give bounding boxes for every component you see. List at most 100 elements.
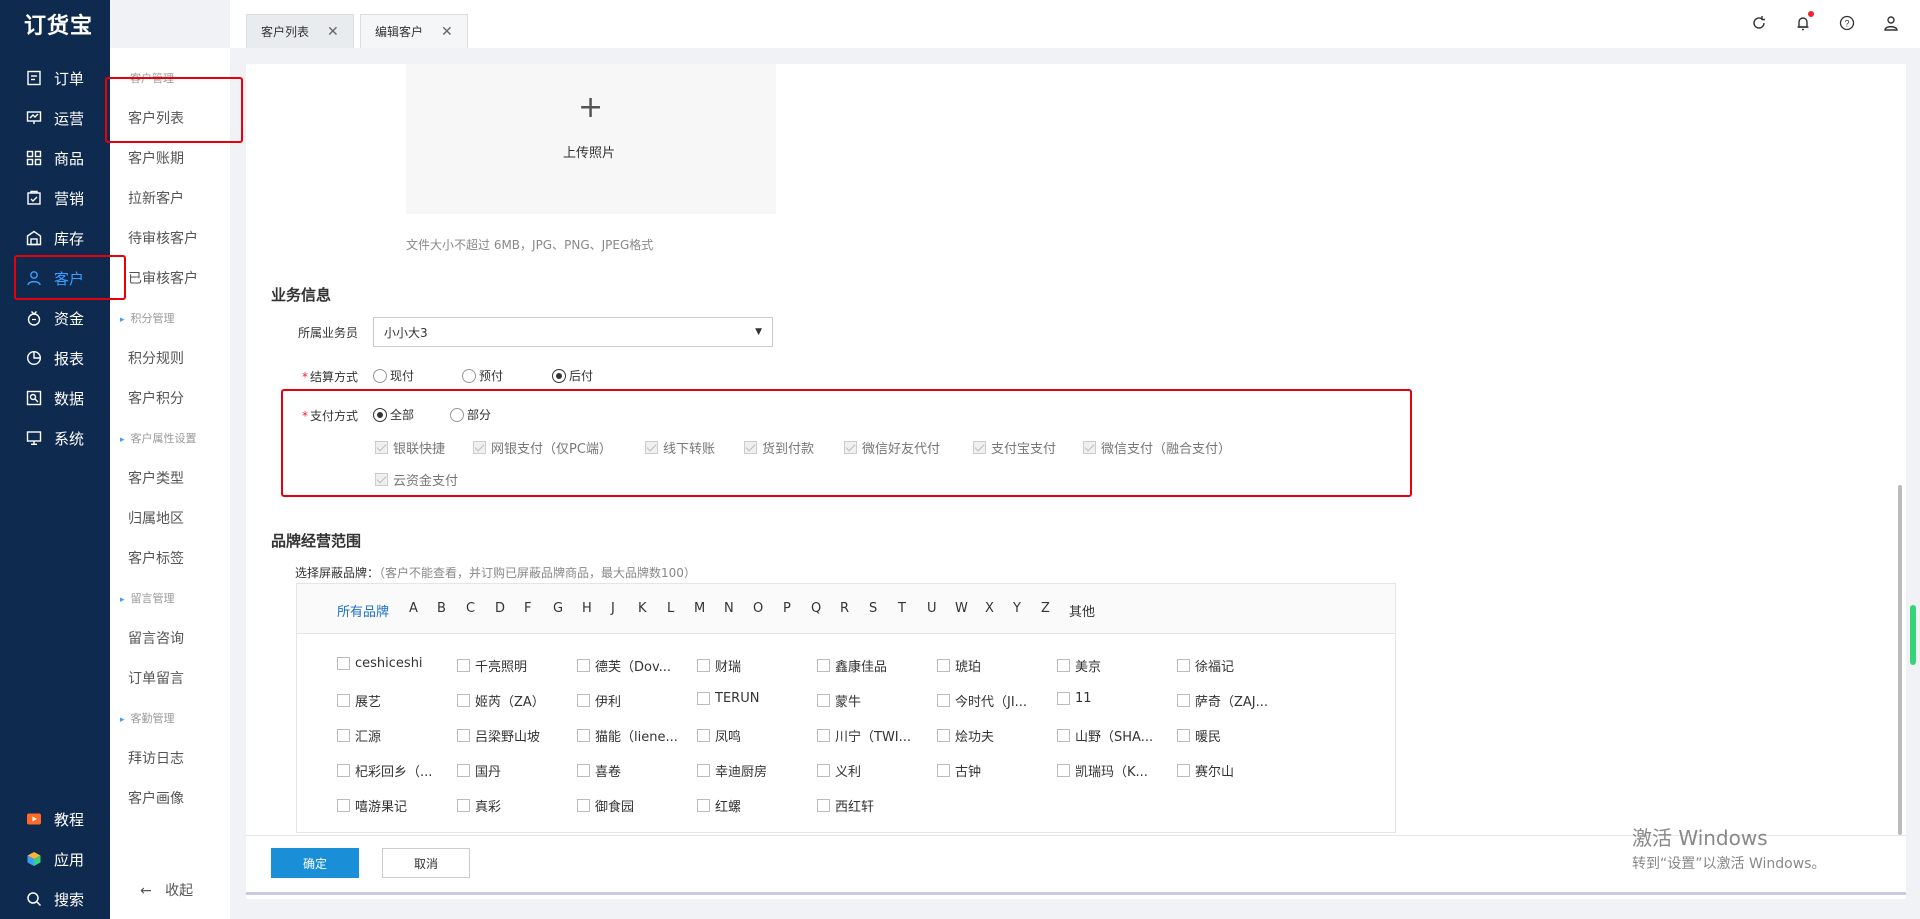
sub-item-visit-log[interactable]: 拜访日志: [128, 748, 184, 768]
payment-radio-partial[interactable]: 部分: [450, 406, 491, 423]
nav-item-order[interactable]: 订单: [0, 60, 110, 96]
nav-item-customer[interactable]: 客户: [0, 260, 110, 296]
letter-x[interactable]: X: [985, 601, 994, 616]
payment-unionpay[interactable]: 银联快捷: [375, 438, 445, 457]
bell-icon[interactable]: [1794, 11, 1814, 32]
brand-checkbox-item[interactable]: 义利: [817, 761, 861, 780]
brand-checkbox-item[interactable]: 吕梁野山坡: [457, 726, 540, 745]
letter-h[interactable]: H: [582, 601, 592, 616]
photo-upload-area[interactable]: + 上传照片: [406, 64, 776, 214]
brand-checkbox-item[interactable]: 红螺: [697, 796, 741, 815]
brand-checkbox-item[interactable]: 西红轩: [817, 796, 874, 815]
bottom-scrollbar[interactable]: [246, 892, 1906, 895]
brand-checkbox-item[interactable]: 伊利: [577, 691, 621, 710]
brand-checkbox-item[interactable]: 国丹: [457, 761, 501, 780]
nav-item-operation[interactable]: 运营: [0, 100, 110, 136]
brand-checkbox-item[interactable]: 嘻游果记: [337, 796, 407, 815]
brand-checkbox-item[interactable]: 山野（SHA...: [1057, 726, 1153, 745]
brand-checkbox-item[interactable]: 古钟: [937, 761, 981, 780]
sub-item-message-consult[interactable]: 留言咨询: [128, 628, 184, 648]
letter-j[interactable]: J: [611, 601, 615, 616]
brand-checkbox-item[interactable]: ceshiceshi: [337, 656, 423, 671]
brand-checkbox-item[interactable]: 汇源: [337, 726, 381, 745]
letter-m[interactable]: M: [694, 601, 705, 616]
letter-all[interactable]: 所有品牌: [337, 601, 389, 620]
help-icon[interactable]: ?: [1838, 14, 1856, 32]
brand-checkbox-item[interactable]: 暖民: [1177, 726, 1221, 745]
letter-c[interactable]: C: [466, 601, 475, 616]
letter-q[interactable]: Q: [811, 601, 821, 616]
brand-checkbox-item[interactable]: 徐福记: [1177, 656, 1234, 675]
letter-k[interactable]: K: [638, 601, 647, 616]
brand-checkbox-item[interactable]: 凯瑞玛（K...: [1057, 761, 1148, 780]
brand-checkbox-item[interactable]: 御食园: [577, 796, 634, 815]
brand-checkbox-item[interactable]: 姬芮（ZA）: [457, 691, 545, 710]
letter-d[interactable]: D: [495, 601, 505, 616]
sub-item-new-customer[interactable]: 拉新客户: [128, 188, 184, 208]
refresh-icon[interactable]: [1750, 14, 1768, 32]
letter-t[interactable]: T: [898, 601, 906, 616]
confirm-button[interactable]: 确定: [271, 848, 359, 878]
settlement-radio-cash[interactable]: 现付: [373, 367, 414, 384]
tab-edit-customer[interactable]: 编辑客户 ✕: [360, 14, 468, 48]
brand-checkbox-item[interactable]: 川宁（TWI...: [817, 726, 911, 745]
letter-other[interactable]: 其他: [1069, 601, 1095, 620]
settlement-radio-postpay[interactable]: 后付: [552, 367, 593, 384]
sub-item-pending[interactable]: 待审核客户: [128, 228, 198, 248]
letter-a[interactable]: A: [409, 601, 418, 616]
brand-checkbox-item[interactable]: 蒙牛: [817, 691, 861, 710]
brand-checkbox-item[interactable]: TERUN: [697, 691, 759, 706]
payment-wechat-friend[interactable]: 微信好友代付: [844, 438, 940, 457]
account-icon[interactable]: [1882, 14, 1900, 32]
brand-checkbox-item[interactable]: 猫能（liene...: [577, 726, 678, 745]
nav-item-warehouse[interactable]: 库存: [0, 220, 110, 256]
brand-checkbox-item[interactable]: 展艺: [337, 691, 381, 710]
brand-checkbox-item[interactable]: 喜卷: [577, 761, 621, 780]
nav-item-tutorial[interactable]: 教程: [0, 801, 110, 837]
collapse-button[interactable]: ← 收起: [140, 880, 193, 900]
brand-checkbox-item[interactable]: 真彩: [457, 796, 501, 815]
close-icon[interactable]: ✕: [327, 24, 339, 40]
letter-l[interactable]: L: [667, 601, 674, 616]
close-icon[interactable]: ✕: [441, 24, 453, 40]
letter-f[interactable]: F: [524, 601, 531, 616]
brand-checkbox-item[interactable]: 幸迪厨房: [697, 761, 767, 780]
brand-checkbox-item[interactable]: 萨奇（ZAJ...: [1177, 691, 1268, 710]
payment-wechat-pay[interactable]: 微信支付（融合支付）: [1083, 438, 1231, 457]
brand-checkbox-item[interactable]: 11: [1057, 691, 1092, 706]
brand-checkbox-item[interactable]: 财瑞: [697, 656, 741, 675]
brand-checkbox-item[interactable]: 今时代（JI...: [937, 691, 1027, 710]
payment-radio-all[interactable]: 全部: [373, 406, 414, 423]
letter-o[interactable]: O: [753, 601, 763, 616]
sub-item-customer-tag[interactable]: 客户标签: [128, 548, 184, 568]
nav-item-apps[interactable]: 应用: [0, 841, 110, 877]
letter-s[interactable]: S: [869, 601, 877, 616]
payment-offline-transfer[interactable]: 线下转账: [645, 438, 715, 457]
brand-checkbox-item[interactable]: 鑫康佳品: [817, 656, 887, 675]
salesman-select[interactable]: 小小大3 ▼: [373, 317, 773, 347]
nav-item-marketing[interactable]: 营销: [0, 180, 110, 216]
brand-checkbox-item[interactable]: 德芙（Dov...: [577, 656, 671, 675]
brand-checkbox-item[interactable]: 千亮照明: [457, 656, 527, 675]
payment-online-bank[interactable]: 网银支付（仅PC端）: [473, 438, 612, 457]
sub-item-customer-type[interactable]: 客户类型: [128, 468, 184, 488]
brand-checkbox-item[interactable]: 凤鸣: [697, 726, 741, 745]
letter-g[interactable]: G: [553, 601, 563, 616]
sub-item-approved[interactable]: 已审核客户: [128, 268, 198, 288]
letter-b[interactable]: B: [437, 601, 446, 616]
nav-item-system[interactable]: 系统: [0, 420, 110, 456]
letter-z[interactable]: Z: [1041, 601, 1050, 616]
nav-item-money[interactable]: 资金: [0, 300, 110, 336]
nav-item-report[interactable]: 报表: [0, 340, 110, 376]
nav-item-data[interactable]: 数据: [0, 380, 110, 416]
settlement-radio-prepay[interactable]: 预付: [462, 367, 503, 384]
nav-item-search[interactable]: 搜索: [0, 881, 110, 917]
sub-item-region[interactable]: 归属地区: [128, 508, 184, 528]
payment-alipay[interactable]: 支付宝支付: [973, 438, 1056, 457]
cancel-button[interactable]: 取消: [382, 848, 470, 878]
sub-item-customer-credit[interactable]: 客户账期: [128, 148, 184, 168]
letter-w[interactable]: W: [955, 601, 968, 616]
brand-checkbox-item[interactable]: 琥珀: [937, 656, 981, 675]
brand-checkbox-item[interactable]: 烩功夫: [937, 726, 994, 745]
sub-item-customer-portrait[interactable]: 客户画像: [128, 788, 184, 808]
